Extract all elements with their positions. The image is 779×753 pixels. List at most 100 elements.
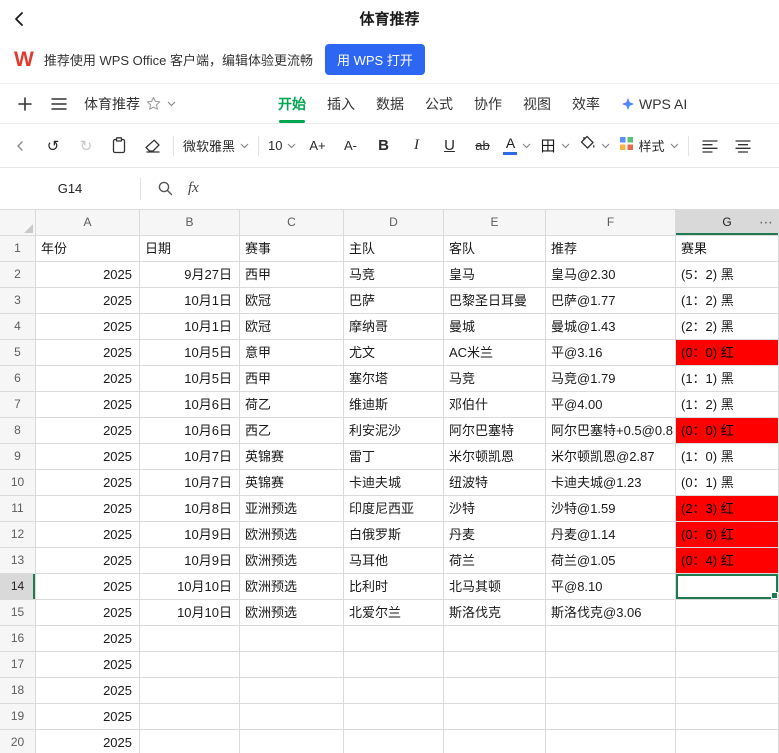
- row-header-16[interactable]: 16: [0, 626, 36, 652]
- cell-G4[interactable]: (2：2) 黑: [676, 314, 779, 340]
- italic-button[interactable]: I: [404, 131, 428, 161]
- cell-C10[interactable]: 英锦赛: [240, 470, 344, 496]
- cell-E20[interactable]: [444, 730, 546, 753]
- tab-视图[interactable]: 视图: [523, 84, 551, 124]
- cell-B2[interactable]: 9月27日: [140, 262, 240, 288]
- row-header-4[interactable]: 4: [0, 314, 36, 340]
- cell-G14[interactable]: [676, 574, 779, 600]
- cell-B15[interactable]: 10月10日: [140, 600, 240, 626]
- cell-E1[interactable]: 客队: [444, 236, 546, 262]
- cell-A17[interactable]: 2025: [36, 652, 140, 678]
- cell-B19[interactable]: [140, 704, 240, 730]
- cell-A16[interactable]: 2025: [36, 626, 140, 652]
- cell-A10[interactable]: 2025: [36, 470, 140, 496]
- cell-F5[interactable]: 平@3.16: [546, 340, 676, 366]
- back-icon[interactable]: [10, 9, 30, 29]
- underline-button[interactable]: U: [437, 131, 461, 161]
- cell-D9[interactable]: 雷丁: [344, 444, 444, 470]
- cell-D20[interactable]: [344, 730, 444, 753]
- strikethrough-button[interactable]: ab: [470, 131, 494, 161]
- cell-D4[interactable]: 摩纳哥: [344, 314, 444, 340]
- cell-B11[interactable]: 10月8日: [140, 496, 240, 522]
- search-icon[interactable]: [157, 180, 174, 197]
- row-header-12[interactable]: 12: [0, 522, 36, 548]
- row-header-3[interactable]: 3: [0, 288, 36, 314]
- name-box[interactable]: G14: [0, 181, 140, 196]
- row-header-13[interactable]: 13: [0, 548, 36, 574]
- cell-C13[interactable]: 欧洲预选: [240, 548, 344, 574]
- cell-C14[interactable]: 欧洲预选: [240, 574, 344, 600]
- row-header-14[interactable]: 14: [0, 574, 36, 600]
- cell-A11[interactable]: 2025: [36, 496, 140, 522]
- cell-G16[interactable]: [676, 626, 779, 652]
- cell-F8[interactable]: 阿尔巴塞特+0.5@0.8: [546, 418, 676, 444]
- row-header-6[interactable]: 6: [0, 366, 36, 392]
- cell-C20[interactable]: [240, 730, 344, 753]
- font-color-dropdown[interactable]: A: [503, 136, 531, 155]
- row-header-1[interactable]: 1: [0, 236, 36, 262]
- cell-A18[interactable]: 2025: [36, 678, 140, 704]
- row-header-9[interactable]: 9: [0, 444, 36, 470]
- cell-D5[interactable]: 尤文: [344, 340, 444, 366]
- cell-D10[interactable]: 卡迪夫城: [344, 470, 444, 496]
- cell-D11[interactable]: 印度尼西亚: [344, 496, 444, 522]
- cell-D12[interactable]: 白俄罗斯: [344, 522, 444, 548]
- cell-F14[interactable]: 平@8.10: [546, 574, 676, 600]
- bold-button[interactable]: B: [371, 131, 395, 161]
- cell-F7[interactable]: 平@4.00: [546, 392, 676, 418]
- cell-B17[interactable]: [140, 652, 240, 678]
- cell-A20[interactable]: 2025: [36, 730, 140, 753]
- cell-C11[interactable]: 亚洲预选: [240, 496, 344, 522]
- cell-B12[interactable]: 10月9日: [140, 522, 240, 548]
- cell-A8[interactable]: 2025: [36, 418, 140, 444]
- cell-C4[interactable]: 欧冠: [240, 314, 344, 340]
- cell-C7[interactable]: 荷乙: [240, 392, 344, 418]
- collapse-toolbar-icon[interactable]: [8, 131, 32, 161]
- cell-C15[interactable]: 欧洲预选: [240, 600, 344, 626]
- new-icon[interactable]: [12, 91, 38, 117]
- open-in-wps-button[interactable]: 用 WPS 打开: [325, 44, 425, 75]
- tab-插入[interactable]: 插入: [327, 84, 355, 124]
- cell-E13[interactable]: 荷兰: [444, 548, 546, 574]
- paste-icon[interactable]: [107, 131, 131, 161]
- cell-D17[interactable]: [344, 652, 444, 678]
- column-header-E[interactable]: E: [444, 210, 546, 236]
- cell-F1[interactable]: 推荐: [546, 236, 676, 262]
- cell-E19[interactable]: [444, 704, 546, 730]
- decrease-font-button[interactable]: A-: [338, 131, 362, 161]
- cell-F19[interactable]: [546, 704, 676, 730]
- row-header-10[interactable]: 10: [0, 470, 36, 496]
- tab-WPS AI[interactable]: WPS AI: [621, 84, 687, 124]
- cell-B14[interactable]: 10月10日: [140, 574, 240, 600]
- cell-C6[interactable]: 西甲: [240, 366, 344, 392]
- cell-D2[interactable]: 马竞: [344, 262, 444, 288]
- borders-dropdown[interactable]: 田: [540, 135, 569, 156]
- redo-button[interactable]: ↻: [74, 131, 98, 161]
- cell-B7[interactable]: 10月6日: [140, 392, 240, 418]
- cell-E9[interactable]: 米尔顿凯恩: [444, 444, 546, 470]
- cell-G19[interactable]: [676, 704, 779, 730]
- formula-input[interactable]: [199, 168, 779, 209]
- cell-F2[interactable]: 皇马@2.30: [546, 262, 676, 288]
- cell-E4[interactable]: 曼城: [444, 314, 546, 340]
- cell-D16[interactable]: [344, 626, 444, 652]
- column-header-C[interactable]: C: [240, 210, 344, 236]
- cell-C17[interactable]: [240, 652, 344, 678]
- cell-F6[interactable]: 马竞@1.79: [546, 366, 676, 392]
- row-header-20[interactable]: 20: [0, 730, 36, 753]
- cell-B6[interactable]: 10月5日: [140, 366, 240, 392]
- cell-B9[interactable]: 10月7日: [140, 444, 240, 470]
- cell-F9[interactable]: 米尔顿凯恩@2.87: [546, 444, 676, 470]
- cell-G7[interactable]: (1：2) 黑: [676, 392, 779, 418]
- cell-A7[interactable]: 2025: [36, 392, 140, 418]
- cell-A19[interactable]: 2025: [36, 704, 140, 730]
- cell-E18[interactable]: [444, 678, 546, 704]
- eraser-icon[interactable]: [140, 131, 164, 161]
- menu-icon[interactable]: [46, 91, 72, 117]
- cell-G12[interactable]: (0：6) 红: [676, 522, 779, 548]
- cell-F17[interactable]: [546, 652, 676, 678]
- cell-B3[interactable]: 10月1日: [140, 288, 240, 314]
- font-size-dropdown[interactable]: 10: [268, 138, 296, 153]
- cell-A2[interactable]: 2025: [36, 262, 140, 288]
- favorite-star-icon[interactable]: [146, 96, 161, 111]
